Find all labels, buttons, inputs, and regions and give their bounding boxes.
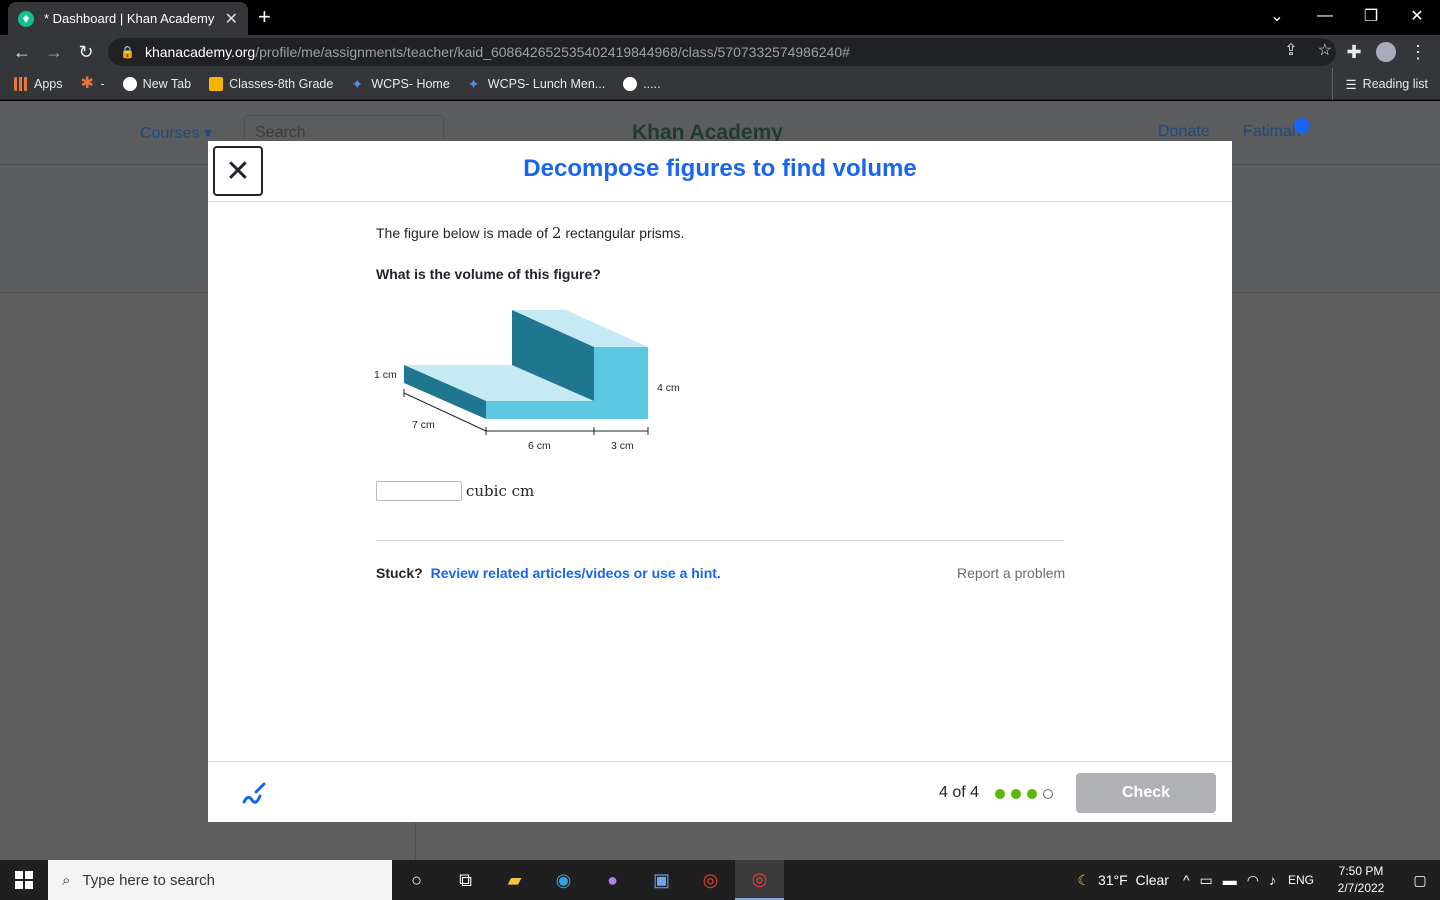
search-icon: ⌕ xyxy=(62,871,71,889)
tab-close-icon[interactable]: ✕ xyxy=(225,9,238,29)
question-prompt: What is the volume of this figure? xyxy=(376,266,601,282)
chevron-up-icon[interactable]: ^ xyxy=(1183,872,1190,888)
notification-dot xyxy=(1294,118,1310,134)
stuck-row: Stuck? Review related articles/videos or… xyxy=(376,565,721,581)
prism-figure: 1 cm 7 cm 6 cm 3 cm 4 cm xyxy=(374,310,680,452)
courses-menu[interactable]: Courses ▾ xyxy=(140,123,212,143)
user-menu[interactable]: Fatimah xyxy=(1243,123,1301,141)
bookmark-dots[interactable]: ..... xyxy=(623,76,661,91)
battery-icon[interactable]: ▬ xyxy=(1223,872,1237,888)
progress-dot-done xyxy=(995,789,1005,799)
cortana-icon[interactable]: ○ xyxy=(392,860,441,900)
url-host: khanacademy.org xyxy=(144,44,256,60)
label-width-right: 3 cm xyxy=(611,440,634,452)
answer-input[interactable] xyxy=(376,481,462,501)
share-icon[interactable]: ⇪ xyxy=(1284,40,1297,60)
menu-icon[interactable]: ⋮ xyxy=(1406,40,1430,64)
forward-icon[interactable]: → xyxy=(42,40,66,64)
chrome-active-icon[interactable]: ◎ xyxy=(735,860,784,900)
window-close-icon[interactable]: ✕ xyxy=(1394,0,1440,32)
progress-text: 4 of 4 xyxy=(939,784,980,801)
task-view-icon[interactable]: ⧉ xyxy=(441,860,490,900)
volume-icon[interactable]: ♪ xyxy=(1269,872,1276,888)
chrome-icon[interactable]: ◎ xyxy=(686,860,735,900)
scratchpad-icon[interactable] xyxy=(238,778,268,808)
khan-academy-favicon-icon xyxy=(18,10,34,27)
taskbar: ⌕ Type here to search ○ ⧉ ▰ ◉ ● ▣ ◎ ◎ ☾ … xyxy=(0,860,1440,900)
label-height-tall: 4 cm xyxy=(657,382,680,394)
donate-link[interactable]: Donate xyxy=(1158,123,1210,141)
notifications-icon[interactable]: ▢ xyxy=(1400,872,1440,889)
question-text: The figure below is made of 2 rectangula… xyxy=(376,224,685,242)
windows-start-icon[interactable] xyxy=(0,860,48,900)
store-icon[interactable]: ▣ xyxy=(637,860,686,900)
language-indicator[interactable]: ENG xyxy=(1288,873,1314,887)
exercise-modal: ✕ Decompose figures to find volume The f… xyxy=(208,141,1232,822)
edge-icon xyxy=(623,76,638,91)
bookmark-wcps-home[interactable]: ✦ WCPS- Home xyxy=(351,77,449,91)
system-tray: ☾ 31°F Clear ^ ▭ ▬ ◠ ♪ ENG 7:50 PM 2/7/2… xyxy=(1077,860,1440,900)
apps-grid-icon xyxy=(14,76,28,91)
globe-icon xyxy=(122,76,137,91)
browser-toolbar: ← → ↻ 🔒 khanacademy.org /profile/me/assi… xyxy=(0,35,1440,68)
extensions-icon[interactable]: ✚ xyxy=(1342,40,1366,64)
bookmark-apps[interactable]: Apps xyxy=(14,76,63,91)
progress-dot-current xyxy=(1043,789,1053,799)
report-problem-link[interactable]: Report a problem xyxy=(957,565,1065,581)
modal-header: ✕ Decompose figures to find volume xyxy=(208,141,1232,202)
address-bar[interactable]: 🔒 khanacademy.org /profile/me/assignment… xyxy=(108,38,1336,66)
taskbar-search[interactable]: ⌕ Type here to search xyxy=(48,860,392,900)
bookmark-item[interactable]: ✱ - xyxy=(80,74,105,92)
new-tab-icon[interactable]: + xyxy=(258,4,271,30)
reading-list[interactable]: ☰ Reading list xyxy=(1332,68,1428,100)
tall-prism-front xyxy=(594,347,648,419)
low-prism-front xyxy=(486,401,596,419)
progress-dots xyxy=(995,789,1053,799)
math-number: 2 xyxy=(551,224,562,242)
answer-unit: cubic cm xyxy=(466,482,535,500)
label-height-small: 1 cm xyxy=(374,369,397,381)
file-explorer-icon[interactable]: ▰ xyxy=(490,860,539,900)
clock[interactable]: 7:50 PM 2/7/2022 xyxy=(1322,863,1400,897)
bookmark-new-tab[interactable]: New Tab xyxy=(122,76,191,91)
bookmarks-bar: Apps ✱ - New Tab Classes-8th Grade ✦ WCPS-… xyxy=(0,68,1440,100)
weather-text[interactable]: 31°F Clear xyxy=(1098,872,1169,888)
url-path: /profile/me/assignments/teacher/kaid_608… xyxy=(255,44,850,60)
lock-icon: 🔒 xyxy=(120,45,135,59)
progress-dot-done xyxy=(1011,789,1021,799)
bookmark-classes[interactable]: Classes-8th Grade xyxy=(209,76,333,91)
tab-title: * Dashboard | Khan Academy xyxy=(44,11,215,26)
wcps-icon: ✦ xyxy=(467,75,480,92)
reload-icon[interactable]: ↻ xyxy=(74,40,98,64)
progress-dot-done xyxy=(1027,789,1037,799)
meet-icon[interactable]: ▭ xyxy=(1200,872,1213,889)
wifi-icon[interactable]: ◠ xyxy=(1247,872,1259,889)
bookmark-star-icon[interactable]: ☆ xyxy=(1318,40,1332,60)
classroom-icon xyxy=(209,76,224,91)
wcps-icon: ✦ xyxy=(351,75,364,92)
reading-list-icon: ☰ xyxy=(1345,77,1357,92)
moon-icon: ☾ xyxy=(1077,871,1090,888)
divider xyxy=(376,540,1064,541)
bookmark-wcps-lunch[interactable]: ✦ WCPS- Lunch Men... xyxy=(468,77,605,91)
tab-active[interactable]: * Dashboard | Khan Academy ✕ xyxy=(8,2,248,35)
minimize-icon[interactable]: — xyxy=(1302,0,1348,32)
answer-row: cubic cm xyxy=(376,481,534,501)
restore-icon[interactable]: ❐ xyxy=(1348,0,1394,32)
hint-link[interactable]: Review related articles/videos or use a … xyxy=(431,565,721,581)
browser-tab-strip: * Dashboard | Khan Academy ✕ + ⌄ — ❐ ✕ xyxy=(0,0,1440,35)
modal-title: Decompose figures to find volume xyxy=(523,155,917,182)
back-icon[interactable]: ← xyxy=(10,40,34,64)
tab-search-icon[interactable]: ⌄ xyxy=(1254,0,1300,32)
label-depth: 7 cm xyxy=(412,419,435,431)
check-button[interactable]: Check xyxy=(1076,773,1216,813)
orange-star-icon: ✱ xyxy=(80,74,94,92)
label-width-left: 6 cm xyxy=(528,440,551,452)
edge-icon[interactable]: ◉ xyxy=(539,860,588,900)
paint-icon[interactable]: ● xyxy=(588,860,637,900)
modal-footer: 4 of 4 Check xyxy=(208,761,1232,822)
profile-avatar[interactable] xyxy=(1374,40,1398,64)
